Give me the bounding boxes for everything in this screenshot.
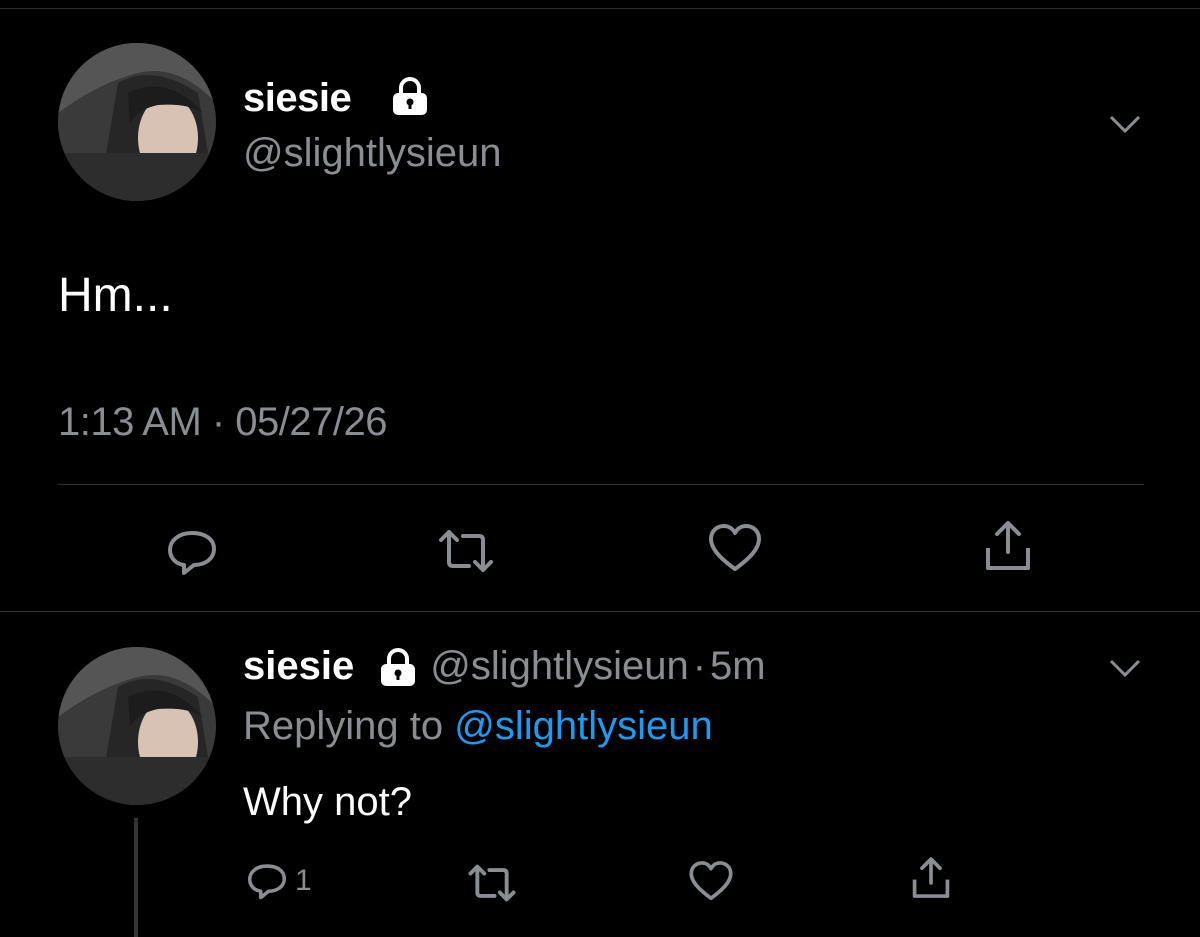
lock-icon: [381, 647, 416, 686]
display-name[interactable]: siesie: [243, 76, 352, 121]
divider: [0, 611, 1200, 612]
tweet-text: Hm...: [58, 269, 173, 322]
handle[interactable]: @slightlysieun: [243, 131, 502, 176]
replying-prefix: Replying to: [243, 704, 444, 748]
share-button[interactable]: [908, 855, 954, 901]
share-button[interactable]: [980, 518, 1036, 574]
replying-to: Replying to @slightlysieun: [243, 704, 713, 749]
thread-line: [134, 818, 138, 937]
heart-icon: [689, 861, 733, 901]
avatar-image: [58, 647, 216, 805]
retweet-button[interactable]: [437, 528, 495, 574]
share-icon: [986, 521, 1030, 570]
reply-icon: [247, 864, 287, 900]
retweet-icon: [439, 530, 493, 572]
separator-dot: ·: [692, 644, 707, 688]
reply-header: siesie @slightlysieun · 5m: [243, 644, 766, 689]
top-divider: [0, 8, 1200, 9]
retweet-icon: [468, 864, 516, 902]
reply-count: 1: [295, 864, 312, 897]
reply-button[interactable]: 1: [245, 860, 312, 902]
reply-text: Why not?: [243, 780, 412, 824]
avatar-image: [58, 43, 216, 201]
share-icon: [912, 857, 950, 898]
heart-icon: [709, 524, 761, 571]
like-button[interactable]: [707, 522, 763, 574]
reply-avatar[interactable]: [58, 647, 216, 805]
like-button[interactable]: [688, 859, 734, 903]
reply-button[interactable]: [164, 527, 220, 577]
reply-icon: [168, 531, 216, 575]
reply-handle[interactable]: @slightlysieun: [430, 644, 689, 689]
lock-icon: [393, 77, 427, 115]
avatar[interactable]: [58, 43, 216, 201]
reply-time[interactable]: 5m: [710, 644, 766, 689]
replying-mention-link[interactable]: @slightlysieun: [454, 704, 713, 748]
tweet-timestamp[interactable]: 1:13 AM · 05/27/26: [58, 400, 388, 445]
chevron-down-icon[interactable]: [1108, 114, 1142, 134]
divider: [58, 484, 1144, 485]
reply-display-name[interactable]: siesie: [243, 644, 354, 689]
retweet-button[interactable]: [467, 863, 517, 903]
chevron-down-icon[interactable]: [1108, 658, 1142, 678]
